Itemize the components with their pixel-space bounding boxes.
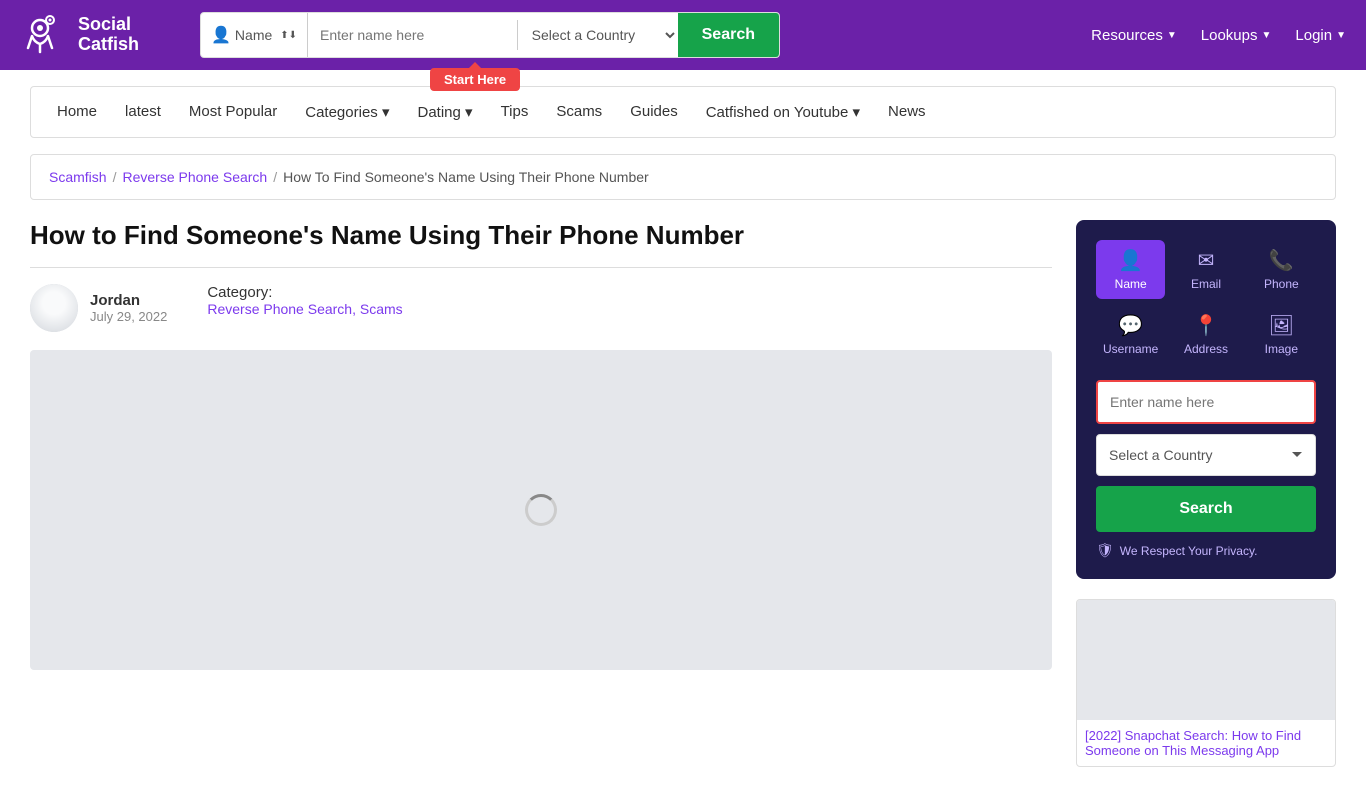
tab-label: Username [1103,342,1158,356]
tab-label: Name [1115,277,1147,291]
category-label: Category: [207,284,402,301]
related-article-title[interactable]: [2022] Snapchat Search: How to Find Some… [1077,720,1335,766]
sidebar-name-input[interactable] [1096,380,1316,424]
site-header: Social Catfish 👤 Name ⬆⬇ Select a Countr… [0,0,1366,70]
tab-label: Image [1265,342,1298,356]
search-tab-phone[interactable]: 📞 Phone [1247,240,1316,299]
secondary-navigation: HomelatestMost PopularCategories ▾Dating… [30,86,1336,138]
secondary-nav-item[interactable]: News [874,87,940,136]
site-logo[interactable]: Social Catfish [20,10,180,60]
privacy-note: 🛡 We Respect Your Privacy. [1096,542,1316,559]
privacy-text: We Respect Your Privacy. [1120,544,1258,558]
author-row: Jordan July 29, 2022 Category: Reverse P… [30,284,1052,332]
search-type-label: Name [235,27,272,43]
breadcrumb-sep-1: / [113,169,117,185]
search-tabs: 👤 Name ✉ Email 📞 Phone 💬 Username 📍 Address 🖼 Image [1096,240,1316,364]
lookups-link[interactable]: Lookups ▼ [1201,27,1272,44]
search-tab-username[interactable]: 💬 Username [1096,305,1165,364]
publish-date: July 29, 2022 [90,309,167,324]
author-avatar [30,284,78,332]
name-search-input[interactable] [308,13,517,57]
search-button[interactable]: Search [678,12,779,58]
secondary-nav-item[interactable]: Guides [616,87,692,136]
shield-icon: 🛡 [1096,542,1114,559]
header-navigation: Resources ▼ Lookups ▼ Login ▼ [1091,27,1346,44]
secondary-nav-item[interactable]: Home [43,87,111,136]
secondary-nav-item[interactable]: Dating ▾ [404,87,487,137]
sidebar: 👤 Name ✉ Email 📞 Phone 💬 Username 📍 Address 🖼 Image… [1076,220,1336,767]
tab-icon: 📍 [1194,313,1219,338]
category-info: Category: Reverse Phone Search, Scams [207,284,402,317]
breadcrumb-scamfish[interactable]: Scamfish [49,169,107,185]
secondary-nav-item[interactable]: Scams [542,87,616,136]
author-details: Jordan July 29, 2022 [90,292,167,324]
search-type-selector[interactable]: 👤 Name ⬆⬇ [201,13,308,57]
search-tab-email[interactable]: ✉ Email [1171,240,1240,299]
secondary-nav-item[interactable]: Most Popular [175,87,291,136]
logo-catfish: Catfish [78,35,139,55]
sidebar-country-select[interactable]: Select a Country [1096,434,1316,476]
country-select[interactable]: Select a Country [518,13,678,57]
person-icon: 👤 [211,25,231,45]
breadcrumb: Scamfish / Reverse Phone Search / How To… [30,154,1336,200]
secondary-nav-item[interactable]: Tips [487,87,543,136]
secondary-nav-item[interactable]: Catfished on Youtube ▾ [692,87,874,137]
related-article-image [1077,600,1335,720]
start-here-tooltip: Start Here [430,68,520,91]
loading-spinner [525,494,557,526]
tab-icon: 📞 [1269,248,1294,273]
avatar-image [30,284,78,332]
breadcrumb-current: How To Find Someone's Name Using Their P… [283,169,649,185]
author-info: Jordan July 29, 2022 [30,284,167,332]
main-search-bar: 👤 Name ⬆⬇ Select a Country Search [200,12,780,58]
article-title: How to Find Someone's Name Using Their P… [30,220,1052,251]
lookups-dropdown-icon: ▼ [1261,30,1271,41]
author-name: Jordan [90,292,167,309]
tab-icon: 🖼 [1269,313,1294,338]
secondary-nav-item[interactable]: Categories ▾ [291,87,403,137]
search-tab-name[interactable]: 👤 Name [1096,240,1165,299]
resources-dropdown-icon: ▼ [1167,30,1177,41]
breadcrumb-sep-2: / [273,169,277,185]
article-featured-image [30,350,1052,670]
main-content: How to Find Someone's Name Using Their P… [30,220,1336,767]
search-tab-address[interactable]: 📍 Address [1171,305,1240,364]
tab-icon: 💬 [1118,313,1143,338]
login-dropdown-icon: ▼ [1336,30,1346,41]
login-link[interactable]: Login ▼ [1295,27,1346,44]
search-widget: 👤 Name ✉ Email 📞 Phone 💬 Username 📍 Address 🖼 Image… [1076,220,1336,579]
chevron-icon: ⬆⬇ [280,30,297,41]
title-divider [30,267,1052,268]
logo-social: Social [78,15,139,35]
search-tab-image[interactable]: 🖼 Image [1247,305,1316,364]
secondary-nav-item[interactable]: latest [111,87,175,136]
tab-label: Email [1191,277,1221,291]
sidebar-search-button[interactable]: Search [1096,486,1316,532]
article-area: How to Find Someone's Name Using Their P… [30,220,1052,767]
resources-link[interactable]: Resources ▼ [1091,27,1177,44]
tab-label: Address [1184,342,1228,356]
category-links[interactable]: Reverse Phone Search, Scams [207,301,402,317]
tab-icon: ✉ [1198,248,1215,273]
breadcrumb-reverse-phone[interactable]: Reverse Phone Search [122,169,267,185]
tab-icon: 👤 [1118,248,1143,273]
related-widget: [2022] Snapchat Search: How to Find Some… [1076,599,1336,767]
tab-label: Phone [1264,277,1299,291]
